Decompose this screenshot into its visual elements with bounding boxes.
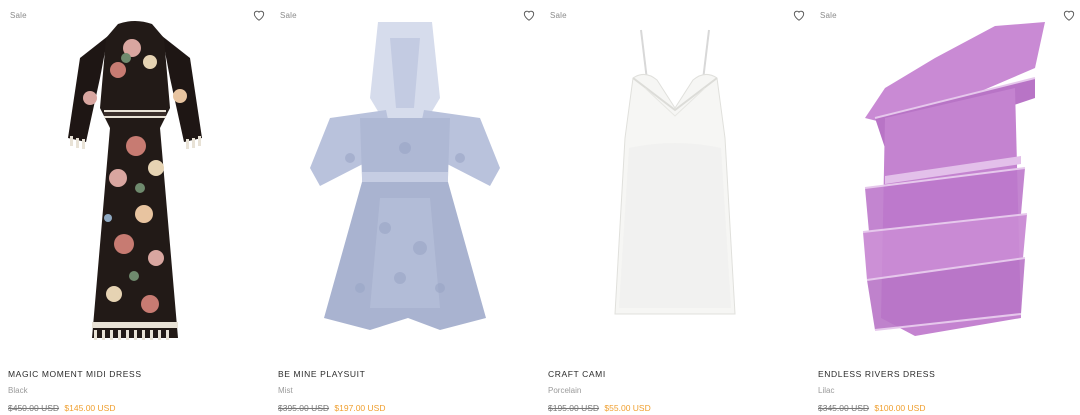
product-image[interactable] bbox=[270, 18, 540, 353]
product-image[interactable] bbox=[0, 18, 270, 353]
product-card[interactable]: Sale bbox=[270, 0, 540, 415]
sale-price: $197.00 USD bbox=[334, 403, 386, 413]
product-image[interactable] bbox=[810, 18, 1080, 353]
product-info: ENDLESS RIVERS DRESS Lilac $345.00 USD $… bbox=[818, 369, 1072, 413]
original-price: $395.00 USD bbox=[278, 403, 330, 413]
sale-price: $55.00 USD bbox=[604, 403, 651, 413]
product-image[interactable] bbox=[540, 18, 810, 353]
product-color: Porcelain bbox=[548, 386, 582, 395]
product-info: BE MINE PLAYSUIT Mist $395.00 USD $197.0… bbox=[278, 369, 532, 413]
product-name-link[interactable]: ENDLESS RIVERS DRESS bbox=[818, 369, 1072, 379]
product-card[interactable]: Sale ENDLESS RIVERS DRESS Lilac $345.00 … bbox=[810, 0, 1080, 415]
price-row: $450.00 USD $145.00 USD bbox=[8, 403, 262, 413]
product-card[interactable]: Sale bbox=[0, 0, 270, 415]
product-name-link[interactable]: BE MINE PLAYSUIT bbox=[278, 369, 532, 379]
price-row: $395.00 USD $197.00 USD bbox=[278, 403, 532, 413]
price-row: $195.00 USD $55.00 USD bbox=[548, 403, 802, 413]
price-row: $345.00 USD $100.00 USD bbox=[818, 403, 1072, 413]
original-price: $195.00 USD bbox=[548, 403, 600, 413]
product-grid: Sale MAGIC MOMENT MIDI DRESS Black $450.… bbox=[0, 0, 1080, 415]
one-shoulder-ruffle-dress-image bbox=[862, 22, 1045, 336]
sale-price: $145.00 USD bbox=[64, 403, 116, 413]
original-price: $450.00 USD bbox=[8, 403, 60, 413]
floral-midi-dress-image bbox=[68, 21, 202, 340]
product-name-link[interactable]: CRAFT CAMI bbox=[548, 369, 802, 379]
product-info: CRAFT CAMI Porcelain $195.00 USD $55.00 … bbox=[548, 369, 802, 413]
sale-price: $100.00 USD bbox=[874, 403, 926, 413]
product-color: Lilac bbox=[818, 386, 835, 395]
lace-playsuit-image bbox=[310, 22, 500, 330]
product-card[interactable]: Sale CRAFT CAMI Porcelain $195.00 USD $5… bbox=[540, 0, 810, 415]
product-info: MAGIC MOMENT MIDI DRESS Black $450.00 US… bbox=[8, 369, 262, 413]
white-cami-image bbox=[614, 29, 736, 315]
product-name-link[interactable]: MAGIC MOMENT MIDI DRESS bbox=[8, 369, 262, 379]
original-price: $345.00 USD bbox=[818, 403, 870, 413]
product-color: Black bbox=[8, 386, 28, 395]
product-color: Mist bbox=[278, 386, 293, 395]
